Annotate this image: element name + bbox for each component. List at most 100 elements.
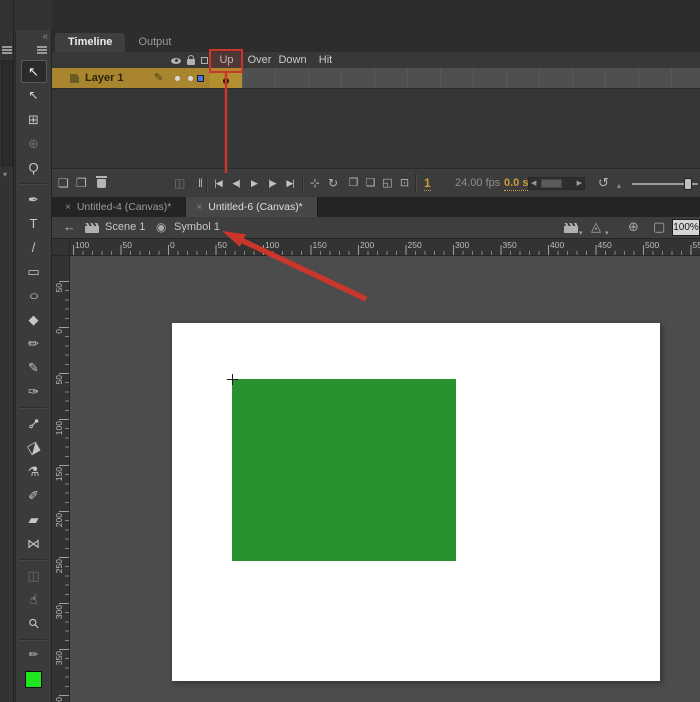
frame-cell[interactable] — [375, 68, 408, 88]
edit-scene-icon[interactable] — [564, 223, 578, 233]
paint-brush-tool[interactable]: ✑ — [15, 379, 52, 403]
breadcrumb-scene[interactable]: Scene 1 — [105, 221, 145, 233]
tool[interactable] — [15, 179, 52, 187]
lasso-tool[interactable]: Ϙ — [15, 155, 52, 179]
ink-bottle-tool[interactable]: ⚗ — [15, 459, 52, 483]
frame-label[interactable]: Hit — [309, 52, 342, 68]
eraser-tool[interactable]: ▰ — [15, 507, 52, 531]
selection-tool[interactable]: ↖ — [21, 60, 47, 83]
brush-tool[interactable]: ✎ — [15, 355, 52, 379]
fill-color-swatch[interactable] — [15, 667, 52, 691]
play-button[interactable]: ▶ — [245, 175, 263, 191]
timeline-horizontal-scrollbar[interactable]: ◀ ▶ — [528, 177, 585, 190]
eye-icon[interactable] — [171, 58, 181, 64]
edit-symbol-icon[interactable]: ◬ — [591, 219, 601, 235]
elapsed-time-field[interactable]: 0.0 s — [504, 176, 528, 191]
back-arrow-button[interactable]: ← — [63, 219, 76, 234]
outline-square-icon[interactable] — [201, 57, 208, 64]
collapsed-panel-slot[interactable] — [1, 60, 13, 166]
document-tab[interactable]: × Untitled-6 (Canvas)* — [186, 197, 317, 217]
pencil-tool[interactable]: ✏ — [15, 331, 52, 355]
pen-tool[interactable]: ✒ — [15, 187, 52, 211]
camera-tool[interactable]: ◫ — [15, 563, 52, 587]
new-folder-button[interactable]: ❐ — [76, 176, 87, 190]
stage-zoom-field[interactable]: 100% — [672, 219, 700, 236]
rectangle-tool[interactable]: ▭ — [15, 259, 52, 283]
3d-rotation-tool[interactable]: ⊕ — [15, 131, 52, 155]
eyedropper-tool[interactable]: ✐ — [15, 483, 52, 507]
zoom-slider-handle[interactable] — [684, 178, 692, 190]
onion-skin-button[interactable]: ❒ — [345, 175, 362, 191]
panel-tab[interactable]: Timeline — [55, 33, 125, 52]
timeline-zoom-slider[interactable] — [632, 183, 698, 185]
breadcrumb-symbol[interactable]: Symbol 1 — [174, 221, 220, 233]
chevron-down-icon[interactable]: ▾ — [3, 170, 7, 179]
step-back-button[interactable]: ◀| — [227, 175, 245, 191]
green-rectangle-shape[interactable] — [232, 379, 456, 561]
width-tool[interactable]: ⋈ — [15, 531, 52, 555]
frame-cell[interactable] — [639, 68, 672, 88]
frame-rate-label[interactable]: 24.00 fps — [455, 176, 500, 190]
frame-cell[interactable] — [573, 68, 606, 88]
frame-cell[interactable] — [606, 68, 639, 88]
step-forward-button[interactable]: |▶ — [263, 175, 281, 191]
edit-symbol-caret-icon[interactable]: ▾ — [605, 229, 609, 237]
frame-cell[interactable] — [309, 68, 342, 88]
frame-cell[interactable] — [474, 68, 507, 88]
stage-canvas[interactable] — [172, 323, 660, 681]
frame-label[interactable]: Over — [243, 52, 276, 68]
frame-label[interactable]: Down — [276, 52, 309, 68]
clip-content-outside-stage-icon[interactable]: ▢ — [653, 219, 665, 235]
zoom-tool[interactable]: ⚲ — [15, 611, 52, 635]
current-frame-field[interactable]: 1 — [424, 176, 431, 191]
frame-cell[interactable] — [408, 68, 441, 88]
delete-layer-trash-button[interactable] — [97, 179, 106, 188]
lock-icon[interactable] — [187, 59, 195, 65]
close-tab-icon[interactable]: × — [196, 202, 202, 213]
timeline-menu-triangle-icon[interactable]: ▴ — [617, 179, 621, 193]
frame-cell[interactable] — [342, 68, 375, 88]
tool[interactable] — [15, 635, 52, 643]
free-transform-tool[interactable]: ⊞ — [15, 107, 52, 131]
edit-scene-caret-icon[interactable]: ▾ — [579, 229, 583, 237]
frame-cell[interactable] — [507, 68, 540, 88]
close-tab-icon[interactable]: × — [65, 202, 71, 213]
edit-multiple-frames-button[interactable]: ◱ — [379, 175, 396, 191]
loop-playback-button[interactable]: ↻ — [328, 176, 338, 190]
oval-tool[interactable]: ○ — [15, 283, 52, 307]
pasteboard[interactable] — [70, 256, 700, 702]
go-to-first-frame-button[interactable]: |◀ — [209, 175, 227, 191]
tool[interactable] — [15, 555, 52, 563]
center-stage-crosshair-icon[interactable]: ⊕ — [628, 219, 639, 235]
layer-outline-color-swatch[interactable] — [197, 75, 204, 82]
hand-tool[interactable]: ☝ — [15, 587, 52, 611]
scroll-left-arrow-icon[interactable]: ◀ — [531, 179, 536, 189]
reset-timeline-zoom-button[interactable]: ↺ — [598, 176, 609, 190]
layer-visible-dot[interactable] — [175, 76, 180, 81]
center-frame-button[interactable]: ⊹ — [310, 176, 320, 190]
go-to-last-frame-button[interactable]: ▶| — [281, 175, 299, 191]
camera-toggle-icon[interactable]: ◫ — [174, 176, 185, 190]
tool[interactable] — [15, 403, 52, 411]
layer-name-area[interactable]: Layer 1 ✎ — [52, 68, 210, 88]
paint-bucket-tool[interactable]: ◪ — [15, 435, 52, 459]
polystar-tool[interactable]: ◆ — [15, 307, 52, 331]
playhead-marker-icon[interactable]: ‖ — [198, 176, 203, 190]
subselection-tool[interactable]: ↖ — [15, 83, 52, 107]
tools-menu-icon[interactable] — [37, 49, 47, 51]
modify-markers-button[interactable]: ⊡ — [396, 175, 413, 191]
scroll-right-arrow-icon[interactable]: ▶ — [577, 179, 582, 189]
bone-tool[interactable]: ⊶ — [15, 411, 52, 435]
scene-clapperboard-icon[interactable] — [85, 223, 99, 233]
timeline-empty-area[interactable] — [52, 89, 700, 168]
frame-cell[interactable] — [441, 68, 474, 88]
frame-cell[interactable] — [672, 68, 700, 88]
frame-cell[interactable] — [243, 68, 276, 88]
stroke-color-tool[interactable]: ✏ — [15, 643, 52, 667]
scrollbar-thumb[interactable] — [541, 179, 562, 188]
text-tool[interactable]: T — [15, 211, 52, 235]
onion-skin-outlines-button[interactable]: ❑ — [362, 175, 379, 191]
new-layer-button[interactable]: ❏ — [58, 176, 69, 190]
document-tab[interactable]: × Untitled-4 (Canvas)* — [55, 197, 186, 217]
frame-cell[interactable] — [540, 68, 573, 88]
